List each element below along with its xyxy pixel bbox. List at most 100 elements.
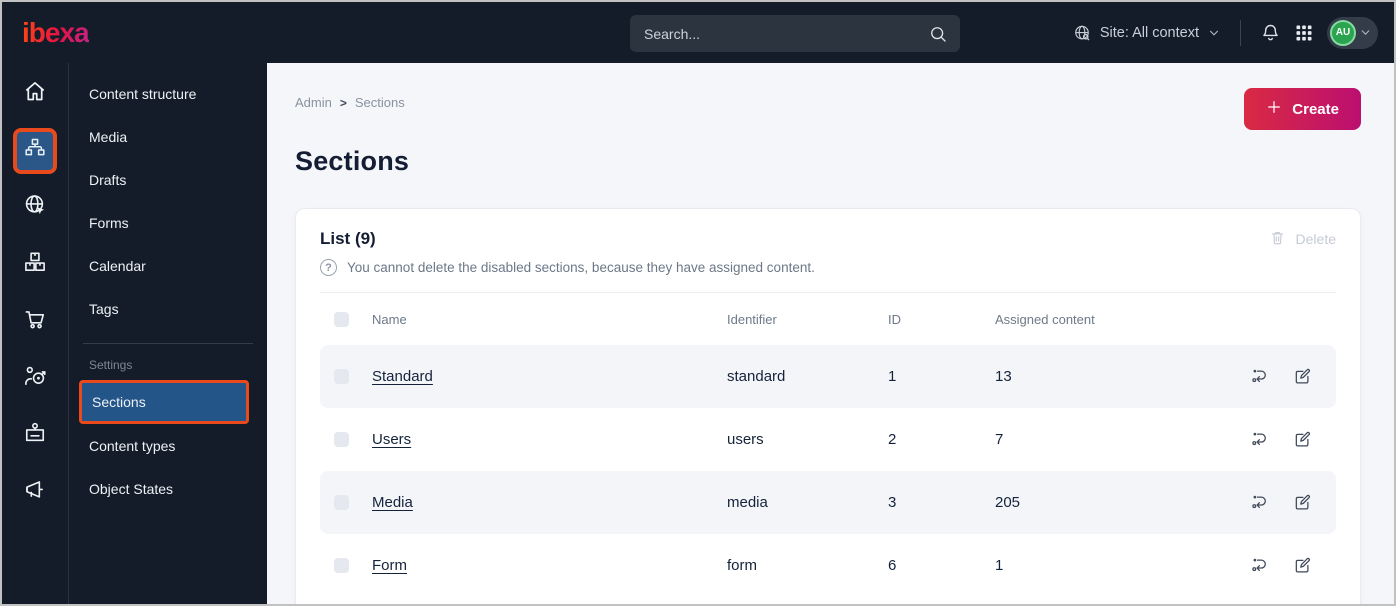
section-id: 2 <box>888 431 897 448</box>
topbar: ibexa Site: All context <box>2 2 1394 63</box>
sections-list-card: List (9) Delete ? You cannot delete the … <box>295 208 1361 604</box>
table-row: Media media 3 205 <box>320 471 1336 534</box>
nav-customers[interactable] <box>2 407 68 464</box>
content-tree-icon <box>23 136 47 165</box>
row-checkbox[interactable] <box>334 558 349 573</box>
section-name-link[interactable]: Form <box>372 557 407 574</box>
section-id: 1 <box>888 368 897 385</box>
section-name-link[interactable]: Users <box>372 431 411 448</box>
main-header: Admin > Sections Create <box>295 88 1361 130</box>
row-checkbox[interactable] <box>334 495 349 510</box>
row-checkbox[interactable] <box>334 369 349 384</box>
chevron-down-icon <box>1207 26 1221 40</box>
nav-site[interactable] <box>2 179 68 236</box>
delete-button[interactable]: Delete <box>1269 229 1336 249</box>
global-search[interactable] <box>630 15 960 52</box>
section-identifier: media <box>727 494 768 511</box>
assign-content-icon[interactable] <box>1250 493 1269 512</box>
sidebar-item-content-types[interactable]: Content types <box>69 424 267 467</box>
assign-content-icon[interactable] <box>1250 556 1269 575</box>
section-name-link[interactable]: Media <box>372 494 413 511</box>
main-content: Admin > Sections Create Sections List (9… <box>267 63 1394 604</box>
trash-icon <box>1269 229 1286 249</box>
notifications-bell-icon[interactable] <box>1260 22 1281 43</box>
breadcrumb-admin[interactable]: Admin <box>295 95 332 110</box>
person-target-icon <box>22 363 48 394</box>
breadcrumb: Admin > Sections <box>295 88 405 110</box>
assign-content-icon[interactable] <box>1250 430 1269 449</box>
sidebar-item-tags[interactable]: Tags <box>69 287 267 330</box>
ibexa-logo[interactable]: ibexa <box>22 17 90 49</box>
create-button[interactable]: Create <box>1244 88 1361 130</box>
topbar-right: Site: All context AU <box>1072 16 1378 49</box>
section-identifier: users <box>727 431 764 448</box>
edit-icon[interactable] <box>1293 367 1312 386</box>
badge-icon <box>22 420 48 451</box>
nav-products[interactable] <box>2 236 68 293</box>
home-icon <box>22 78 48 109</box>
sidebar-item-drafts[interactable]: Drafts <box>69 158 267 201</box>
nav-dashboard[interactable] <box>2 65 68 122</box>
sidebar-item-forms[interactable]: Forms <box>69 201 267 244</box>
app-window: ibexa Site: All context <box>0 0 1396 606</box>
section-id: 6 <box>888 557 897 574</box>
nav-marketing[interactable] <box>2 464 68 521</box>
select-all-checkbox[interactable] <box>334 311 349 327</box>
breadcrumb-separator: > <box>339 95 347 110</box>
globe-icon <box>1072 23 1092 43</box>
row-checkbox[interactable] <box>334 432 349 447</box>
table-row: Form form 6 1 <box>320 534 1336 597</box>
search-input[interactable] <box>644 25 928 42</box>
section-assigned-content: 205 <box>995 494 1021 511</box>
table-row: Standard standard 1 13 <box>320 345 1336 408</box>
apps-grid-icon[interactable] <box>1294 23 1314 43</box>
create-button-label: Create <box>1292 100 1339 118</box>
col-header-name: Name <box>372 311 407 327</box>
edit-icon[interactable] <box>1293 556 1312 575</box>
chevron-down-icon <box>1359 26 1372 39</box>
help-question-icon[interactable]: ? <box>320 259 337 276</box>
sidebar-item-media[interactable]: Media <box>69 115 267 158</box>
avatar: AU <box>1330 19 1356 46</box>
section-identifier: standard <box>727 368 786 385</box>
packages-icon <box>22 249 48 280</box>
list-title: List (9) <box>320 229 376 248</box>
table-row: Users users 2 7 <box>320 408 1336 471</box>
megaphone-icon <box>22 477 48 508</box>
nav-commerce[interactable] <box>2 293 68 350</box>
nav-personalization[interactable] <box>2 350 68 407</box>
section-assigned-content: 1 <box>995 557 1004 574</box>
table-header-row: Name Identifier ID Assigned content <box>320 293 1336 345</box>
sidebar-item-calendar[interactable]: Calendar <box>69 244 267 287</box>
site-context-selector[interactable]: Site: All context <box>1072 23 1221 43</box>
sidebar: Content structure Media Drafts Forms Cal… <box>69 63 267 604</box>
list-help-text: You cannot delete the disabled sections,… <box>347 260 815 275</box>
site-context-label: Site: All context <box>1099 24 1199 41</box>
cart-icon <box>22 306 48 337</box>
sidebar-item-content-structure[interactable]: Content structure <box>69 72 267 115</box>
search-icon[interactable] <box>928 24 948 44</box>
nav-content[interactable] <box>2 122 68 179</box>
section-assigned-content: 7 <box>995 431 1004 448</box>
user-menu[interactable]: AU <box>1327 16 1378 49</box>
col-header-identifier: Identifier <box>727 311 777 327</box>
breadcrumb-current: Sections <box>354 95 405 110</box>
col-header-assigned-content: Assigned content <box>995 311 1095 327</box>
assign-content-icon[interactable] <box>1250 367 1269 386</box>
sidebar-item-sections[interactable]: Sections <box>79 380 249 424</box>
edit-icon[interactable] <box>1293 493 1312 512</box>
sidebar-item-object-states[interactable]: Object States <box>69 467 267 510</box>
sidebar-settings-heading: Settings <box>89 358 133 372</box>
topbar-divider <box>1240 19 1241 46</box>
section-assigned-content: 13 <box>995 368 1012 385</box>
page-title: Sections <box>295 146 410 176</box>
section-name-link[interactable]: Standard <box>372 368 433 385</box>
edit-icon[interactable] <box>1293 430 1312 449</box>
main-nav-rail <box>2 63 69 604</box>
sections-table: Name Identifier ID Assigned content Stan… <box>320 293 1336 597</box>
section-id: 3 <box>888 494 897 511</box>
col-header-id: ID <box>888 311 901 327</box>
content-tree-highlight <box>13 127 57 174</box>
plus-icon <box>1266 99 1282 119</box>
delete-button-label: Delete <box>1295 231 1336 247</box>
